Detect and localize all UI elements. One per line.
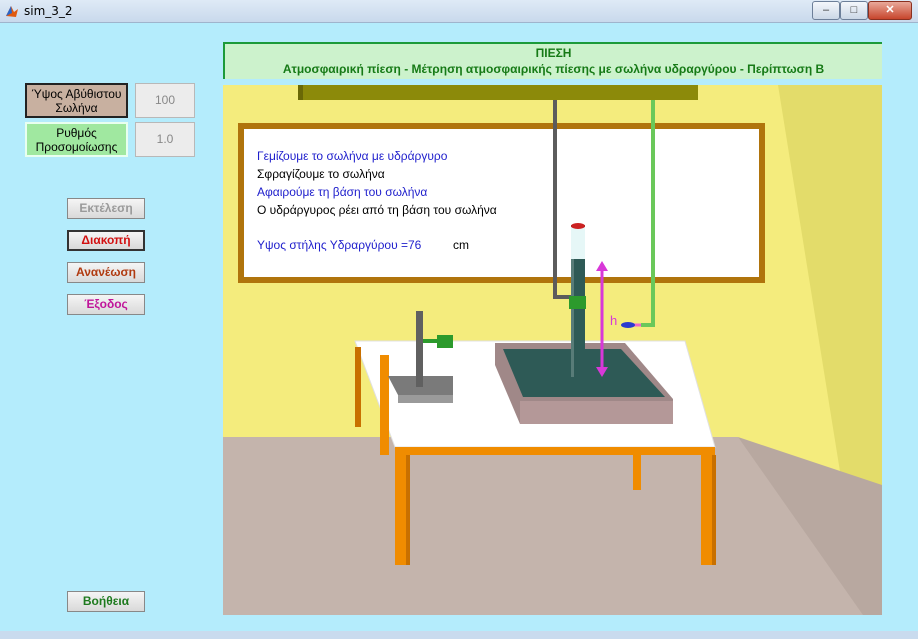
mercury-column-height: Υψος στήλης Υδραργύρου =76 xyxy=(257,238,422,252)
board-line-remove-base: Αφαιρούμε τη βάση του σωλήνα xyxy=(257,185,428,199)
simulation-rate-field[interactable]: 1.0 xyxy=(135,122,195,157)
ceiling-beam xyxy=(298,85,698,100)
table-leg xyxy=(395,455,406,565)
minimize-button[interactable]: ‒ xyxy=(812,1,840,20)
tube-seal xyxy=(571,223,585,229)
refresh-button[interactable]: Ανανέωση xyxy=(67,262,145,283)
tube-empty-section xyxy=(571,227,585,259)
mercury-column-unit: cm xyxy=(453,238,469,252)
run-button[interactable]: Εκτέλεση xyxy=(67,198,145,219)
scene-title: ΠΙΕΣΗ xyxy=(535,46,572,60)
level-marker xyxy=(621,322,635,328)
board-line-seal: Σφραγίζουμε το σωλήνα xyxy=(257,167,385,181)
table-leg xyxy=(701,455,712,565)
tube-height-label: Ύψος Αβύθιστου Σωλήνα xyxy=(25,83,128,118)
simulation-scene: Γεμίζουμε το σωλήνα με υδράργυρο Σφραγίζ… xyxy=(223,85,882,615)
height-arrow-label: h xyxy=(610,313,618,328)
exit-button[interactable]: Έξοδος xyxy=(67,294,145,315)
close-button[interactable]: ✕ xyxy=(868,1,912,20)
scene-drawing xyxy=(223,85,882,615)
stop-button[interactable]: Διακοπή xyxy=(67,230,145,251)
scene-subtitle: Ατμοσφαιρική πίεση - Μέτρηση ατμοσφαιρικ… xyxy=(282,62,825,76)
scene-header: ΠΙΕΣΗ Ατμοσφαιρική πίεση - Μέτρηση ατμοσ… xyxy=(223,42,882,79)
stand-rod xyxy=(416,311,423,387)
matlab-app-icon xyxy=(6,6,18,17)
board-line-flow: Ο υδράργυρος ρέει από τη βάση του σωλήνα xyxy=(257,203,497,217)
tube-height-field[interactable]: 100 xyxy=(135,83,195,118)
window-titlebar[interactable]: sim_3_2 ‒ □ ✕ xyxy=(0,0,918,23)
tube-clamp xyxy=(569,296,586,309)
simulation-rate-label: Ρυθμός Προσομοίωσης xyxy=(25,122,128,157)
maximize-button[interactable]: □ xyxy=(840,1,868,20)
stand-clamp xyxy=(437,335,453,348)
board-line-fill: Γεμίζουμε το σωλήνα με υδράργυρο xyxy=(257,149,448,163)
window-title: sim_3_2 xyxy=(24,4,73,18)
window-bottom-frame xyxy=(0,631,918,639)
help-button[interactable]: Βοήθεια xyxy=(67,591,145,612)
